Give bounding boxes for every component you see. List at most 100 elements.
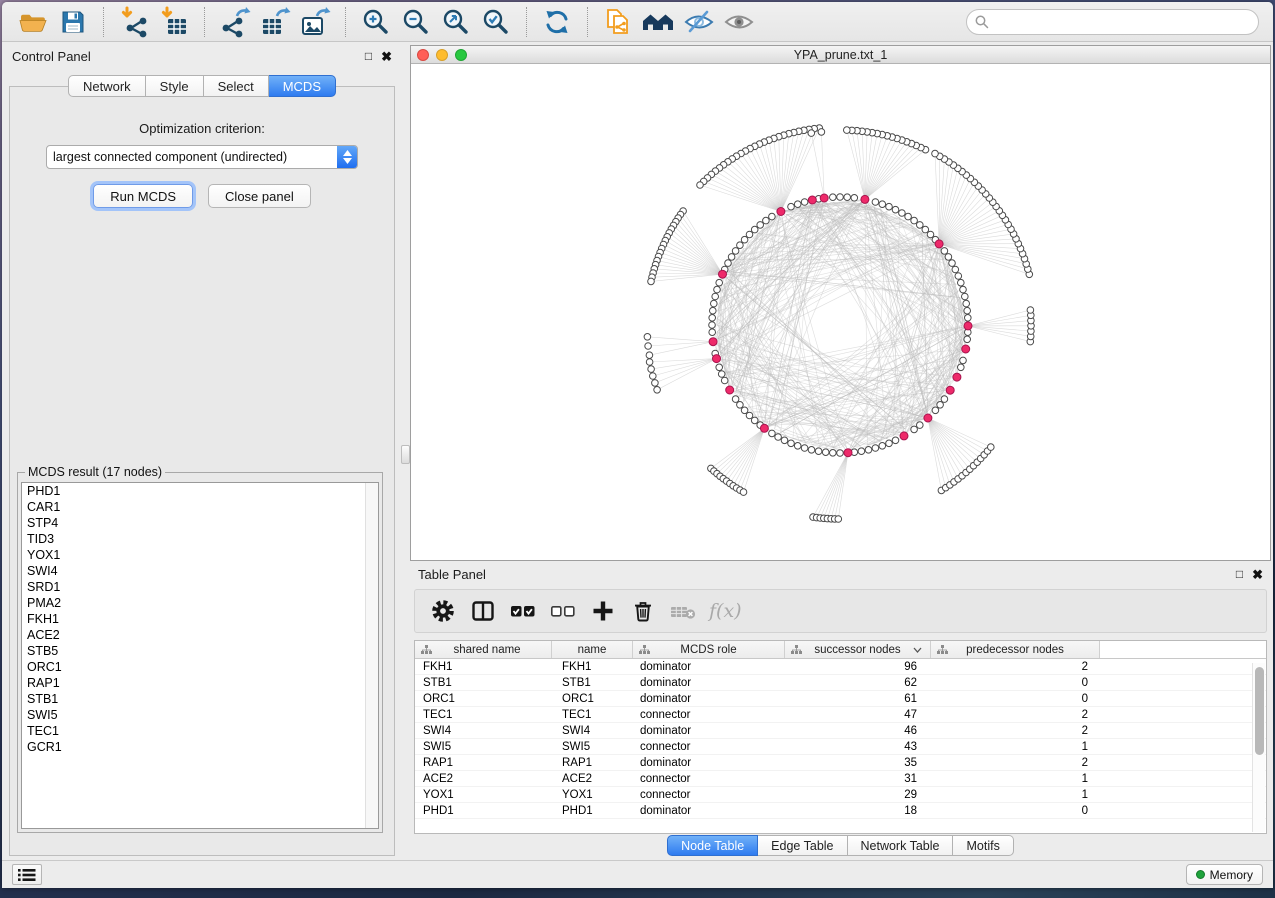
column-header-predecessor-nodes[interactable]: predecessor nodes: [931, 641, 1100, 658]
table-cell[interactable]: TEC1: [552, 709, 633, 721]
run-mcds-button[interactable]: Run MCDS: [93, 184, 193, 208]
table-cell[interactable]: 0: [931, 805, 1100, 817]
tab-node-table[interactable]: Node Table: [667, 835, 758, 856]
mcds-result-list[interactable]: PHD1CAR1STP4TID3YOX1SWI4SRD1PMA2FKH1ACE2…: [21, 482, 379, 829]
sort-descending-icon[interactable]: [913, 647, 922, 653]
mcds-result-item[interactable]: TEC1: [22, 723, 378, 739]
mcds-result-item[interactable]: PMA2: [22, 595, 378, 611]
search-input[interactable]: [966, 9, 1259, 35]
column-header-successor-nodes[interactable]: successor nodes: [785, 641, 931, 658]
mcds-result-item[interactable]: CAR1: [22, 499, 378, 515]
table-row[interactable]: FKH1FKH1dominator962: [415, 659, 1266, 675]
gear-icon[interactable]: [425, 595, 461, 627]
mcds-result-item[interactable]: TID3: [22, 531, 378, 547]
tab-style[interactable]: Style: [146, 75, 204, 97]
table-cell[interactable]: connector: [633, 741, 785, 753]
table-cell[interactable]: 0: [931, 677, 1100, 689]
table-cell[interactable]: dominator: [633, 757, 785, 769]
mcds-result-item[interactable]: STP4: [22, 515, 378, 531]
memory-button[interactable]: Memory: [1186, 864, 1263, 885]
export-table-icon[interactable]: [255, 5, 295, 39]
table-cell[interactable]: 2: [931, 725, 1100, 737]
hide-selected-icon[interactable]: [678, 5, 718, 39]
table-cell[interactable]: dominator: [633, 725, 785, 737]
mcds-result-item[interactable]: PHD1: [22, 483, 378, 499]
table-cell[interactable]: 35: [785, 757, 931, 769]
first-neighbors-icon[interactable]: [638, 5, 678, 39]
table-cell[interactable]: 18: [785, 805, 931, 817]
deselect-all-icon[interactable]: [545, 595, 581, 627]
import-network-icon[interactable]: [114, 5, 154, 39]
table-row[interactable]: ORC1ORC1dominator610: [415, 691, 1266, 707]
table-cell[interactable]: 46: [785, 725, 931, 737]
save-icon[interactable]: [53, 5, 93, 39]
tab-network[interactable]: Network: [68, 75, 146, 97]
mcds-list-scrollbar[interactable]: [365, 483, 378, 828]
optimization-criterion-select[interactable]: largest connected component (undirected): [46, 145, 358, 169]
mcds-result-item[interactable]: ORC1: [22, 659, 378, 675]
column-header-shared-name[interactable]: shared name: [415, 641, 552, 658]
mcds-result-item[interactable]: RAP1: [22, 675, 378, 691]
table-cell[interactable]: 31: [785, 773, 931, 785]
open-icon[interactable]: [13, 5, 53, 39]
table-cell[interactable]: SWI4: [552, 725, 633, 737]
table-cell[interactable]: dominator: [633, 693, 785, 705]
delete-icon[interactable]: [625, 595, 661, 627]
table-cell[interactable]: 2: [931, 661, 1100, 673]
network-leaf-nodes[interactable]: [644, 125, 1034, 523]
tab-motifs[interactable]: Motifs: [953, 835, 1013, 856]
split-columns-icon[interactable]: [465, 595, 501, 627]
mcds-result-item[interactable]: SWI5: [22, 707, 378, 723]
table-cell[interactable]: RAP1: [552, 757, 633, 769]
table-cell[interactable]: SWI5: [552, 741, 633, 753]
table-scrollbar-thumb[interactable]: [1255, 667, 1264, 755]
table-cell[interactable]: FKH1: [552, 661, 633, 673]
table-cell[interactable]: YOX1: [415, 789, 552, 801]
zoom-out-icon[interactable]: [396, 5, 436, 39]
close-panel-icon[interactable]: ✖: [381, 50, 392, 63]
column-header-name[interactable]: name: [552, 641, 633, 658]
table-cell[interactable]: TEC1: [415, 709, 552, 721]
tab-select[interactable]: Select: [204, 75, 269, 97]
mcds-result-item[interactable]: YOX1: [22, 547, 378, 563]
table-cell[interactable]: 2: [931, 757, 1100, 769]
table-row[interactable]: YOX1YOX1connector291: [415, 787, 1266, 803]
table-cell[interactable]: 2: [931, 709, 1100, 721]
table-row[interactable]: STB1STB1dominator620: [415, 675, 1266, 691]
table-cell[interactable]: 0: [931, 693, 1100, 705]
table-row[interactable]: RAP1RAP1dominator352: [415, 755, 1266, 771]
tab-edge-table[interactable]: Edge Table: [758, 835, 847, 856]
table-cell[interactable]: connector: [633, 789, 785, 801]
table-row[interactable]: SWI4SWI4dominator462: [415, 723, 1266, 739]
panel-splitter-grip[interactable]: [401, 445, 410, 464]
table-row[interactable]: ACE2ACE2connector311: [415, 771, 1266, 787]
table-cell[interactable]: dominator: [633, 805, 785, 817]
select-all-icon[interactable]: [505, 595, 541, 627]
network-canvas[interactable]: [411, 64, 1270, 560]
table-cell[interactable]: ORC1: [415, 693, 552, 705]
table-cell[interactable]: YOX1: [552, 789, 633, 801]
mcds-result-item[interactable]: ACE2: [22, 627, 378, 643]
mcds-result-item[interactable]: STB5: [22, 643, 378, 659]
network-window-titlebar[interactable]: YPA_prune.txt_1: [411, 46, 1270, 64]
table-row[interactable]: PHD1PHD1dominator180: [415, 803, 1266, 819]
mcds-result-item[interactable]: SWI4: [22, 563, 378, 579]
mcds-result-item[interactable]: GCR1: [22, 739, 378, 755]
show-all-icon[interactable]: [718, 5, 758, 39]
zoom-fit-icon[interactable]: [436, 5, 476, 39]
table-cell[interactable]: SWI5: [415, 741, 552, 753]
table-cell[interactable]: ACE2: [415, 773, 552, 785]
mcds-result-item[interactable]: FKH1: [22, 611, 378, 627]
zoom-in-icon[interactable]: [356, 5, 396, 39]
table-cell[interactable]: connector: [633, 709, 785, 721]
table-cell[interactable]: FKH1: [415, 661, 552, 673]
table-cell[interactable]: STB1: [552, 677, 633, 689]
close-panel-button[interactable]: Close panel: [208, 184, 311, 208]
export-image-icon[interactable]: [295, 5, 335, 39]
table-row[interactable]: SWI5SWI5connector431: [415, 739, 1266, 755]
column-header-mcds-role[interactable]: MCDS role: [633, 641, 785, 658]
table-cell[interactable]: 61: [785, 693, 931, 705]
tab-mcds[interactable]: MCDS: [269, 75, 336, 97]
table-cell[interactable]: STB1: [415, 677, 552, 689]
table-cell[interactable]: SWI4: [415, 725, 552, 737]
